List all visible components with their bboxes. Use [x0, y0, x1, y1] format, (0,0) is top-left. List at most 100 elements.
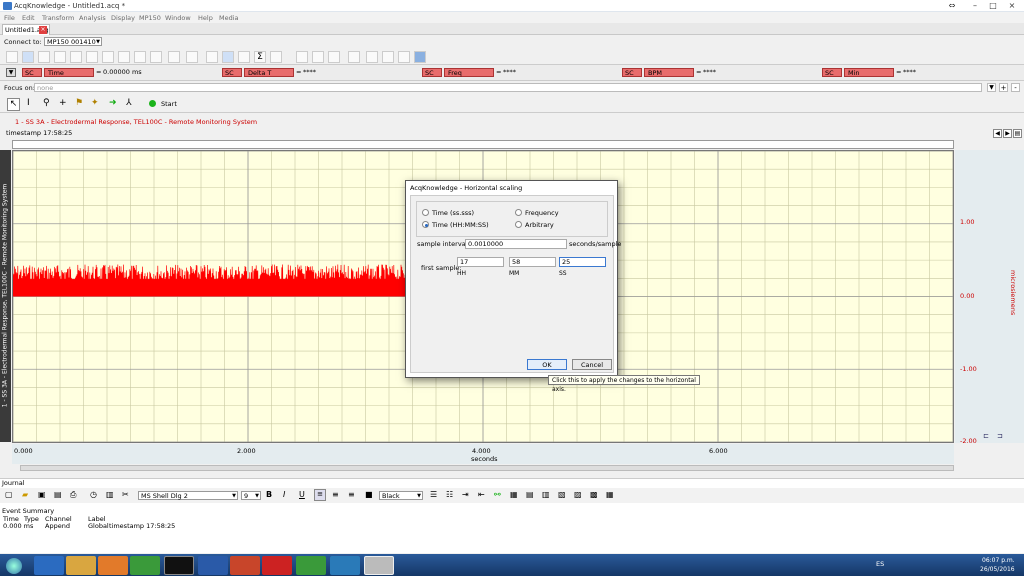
meas-type-2[interactable]: Freq	[444, 68, 494, 77]
sigma-icon[interactable]: Σ	[254, 51, 266, 63]
media-taskbar-icon[interactable]	[98, 556, 128, 575]
copy-button[interactable]	[348, 51, 360, 63]
meas-channel-4[interactable]: SC	[822, 68, 842, 77]
menu-analysis[interactable]: Analysis	[79, 14, 106, 22]
language-indicator[interactable]: ES	[876, 560, 884, 568]
event-list-icon[interactable]: ▤	[1013, 129, 1022, 138]
ok-button[interactable]: OK	[527, 359, 567, 370]
arrow-cursor-icon[interactable]: ↖	[7, 98, 20, 111]
ss-input[interactable]: 25	[559, 257, 606, 267]
acqknowledge-taskbar-icon[interactable]	[364, 556, 394, 575]
meas-menu-icon[interactable]: ▼	[6, 68, 16, 77]
menu-mp150[interactable]: MP150	[139, 14, 161, 22]
next-event-icon[interactable]: ▶	[1003, 129, 1012, 138]
maximize-button[interactable]: □	[986, 1, 1000, 10]
align-center-icon[interactable]: ≡	[332, 490, 339, 499]
chrome2-taskbar-icon[interactable]	[296, 556, 326, 575]
menu-help[interactable]: Help	[198, 14, 213, 22]
cancel-button[interactable]: Cancel	[572, 359, 612, 370]
prev-event-icon[interactable]: ◀	[993, 129, 1002, 138]
start-icon[interactable]	[149, 100, 156, 107]
paste-icon[interactable]: ▥	[106, 490, 114, 499]
delete-row-icon[interactable]: ▥	[542, 490, 550, 499]
insert-col-icon[interactable]: ▧	[558, 490, 566, 499]
meas-channel-1[interactable]: SC	[222, 68, 242, 77]
marker-cursor-icon[interactable]: ⚑	[75, 98, 83, 108]
menu-window[interactable]: Window	[165, 14, 191, 22]
radio-time-hms[interactable]	[422, 221, 429, 228]
restore-icon[interactable]: ⇔	[945, 1, 959, 10]
scale-cursor-icon[interactable]: ⅄	[126, 98, 132, 108]
keyboard-button[interactable]	[186, 51, 198, 63]
crosshair-cursor-icon[interactable]: +	[59, 98, 67, 108]
star-marker-icon[interactable]: ✦	[91, 98, 99, 108]
meas-type-1[interactable]: Delta T	[244, 68, 294, 77]
color-select[interactable]: Black ▼	[379, 491, 423, 500]
italic-button[interactable]: I	[283, 490, 285, 499]
expand-tool-button[interactable]	[102, 51, 114, 63]
grid-tool-button[interactable]	[22, 51, 34, 63]
save-icon[interactable]: ▣	[38, 490, 46, 499]
hh-input[interactable]: 17	[457, 257, 504, 267]
menu-display[interactable]: Display	[111, 14, 135, 22]
satellite-button[interactable]	[382, 51, 394, 63]
focus-input[interactable]: none	[34, 83, 982, 92]
remove-icon[interactable]: -	[1011, 83, 1020, 92]
pdf-taskbar-icon[interactable]	[262, 556, 292, 575]
database-button[interactable]	[414, 51, 426, 63]
bold-button[interactable]: B	[266, 490, 272, 499]
autoscale-icon[interactable]: ⊐	[997, 432, 1003, 440]
table-icon[interactable]: ▦	[510, 490, 518, 499]
word-taskbar-icon[interactable]	[198, 556, 228, 575]
print-icon[interactable]: ⎙	[70, 490, 76, 500]
ie-taskbar-icon[interactable]	[34, 556, 64, 575]
fit-tool-button[interactable]	[134, 51, 146, 63]
start-button[interactable]: Start	[161, 100, 177, 108]
meas-channel-3[interactable]: SC	[622, 68, 642, 77]
clock-icon[interactable]: ◷	[90, 490, 97, 499]
event-strip[interactable]	[12, 140, 954, 149]
radio-frequency[interactable]	[515, 209, 522, 216]
compress-tool-button[interactable]	[86, 51, 98, 63]
tools-button[interactable]	[398, 51, 410, 63]
explorer-taskbar-icon[interactable]	[66, 556, 96, 575]
powerpoint-taskbar-icon[interactable]	[230, 556, 260, 575]
font-select[interactable]: MS Shell Dlg 2 ▼	[138, 491, 238, 500]
mm-input[interactable]: 58	[509, 257, 556, 267]
meas-channel-0[interactable]: SC	[22, 68, 42, 77]
size-select[interactable]: 9 ▼	[241, 491, 261, 500]
icon-button[interactable]	[206, 51, 218, 63]
new-icon[interactable]: ▢	[5, 490, 13, 499]
link-icon[interactable]: ⚯	[494, 490, 501, 499]
autoscale-tool-button[interactable]	[118, 51, 130, 63]
table-view-button[interactable]	[238, 51, 250, 63]
numbered-list-icon[interactable]: ☷	[446, 490, 453, 499]
outdent-icon[interactable]: ⇤	[478, 490, 485, 499]
close-tab-icon[interactable]: ×	[39, 26, 47, 34]
close-button[interactable]: ×	[1005, 1, 1019, 10]
waveform-alt-button[interactable]	[150, 51, 162, 63]
sample-interval-input[interactable]: 0.0010000	[465, 239, 567, 249]
chrome-taskbar-icon[interactable]	[130, 556, 160, 575]
menu-media[interactable]: Media	[219, 14, 239, 22]
split-icon[interactable]: ▦	[606, 490, 614, 499]
overlap-tool-button[interactable]	[38, 51, 50, 63]
marker-button[interactable]	[312, 51, 324, 63]
radio-time-seconds[interactable]	[422, 209, 429, 216]
indent-icon[interactable]: ⇥	[462, 490, 469, 499]
merge-icon[interactable]: ▩	[590, 490, 598, 499]
add-icon[interactable]: +	[999, 83, 1008, 92]
ibeam-cursor-icon[interactable]: I	[27, 98, 30, 108]
tab-untitled1[interactable]: Untitled1.acq ×	[2, 24, 50, 35]
align-left-icon[interactable]: ≡	[314, 489, 326, 501]
zoom-cursor-icon[interactable]: ⚲	[43, 98, 50, 108]
meas-type-4[interactable]: Min	[844, 68, 894, 77]
cut-icon[interactable]: ✂	[122, 490, 129, 499]
scale-icon[interactable]: ⊏	[983, 432, 989, 440]
meas-channel-2[interactable]: SC	[422, 68, 442, 77]
connect-select[interactable]: MP150 001410 ▼	[44, 37, 102, 46]
grid-view-button[interactable]	[222, 51, 234, 63]
minimize-button[interactable]: –	[968, 1, 982, 10]
scale-tool-button[interactable]	[70, 51, 82, 63]
menu-transform[interactable]: Transform	[42, 14, 74, 22]
